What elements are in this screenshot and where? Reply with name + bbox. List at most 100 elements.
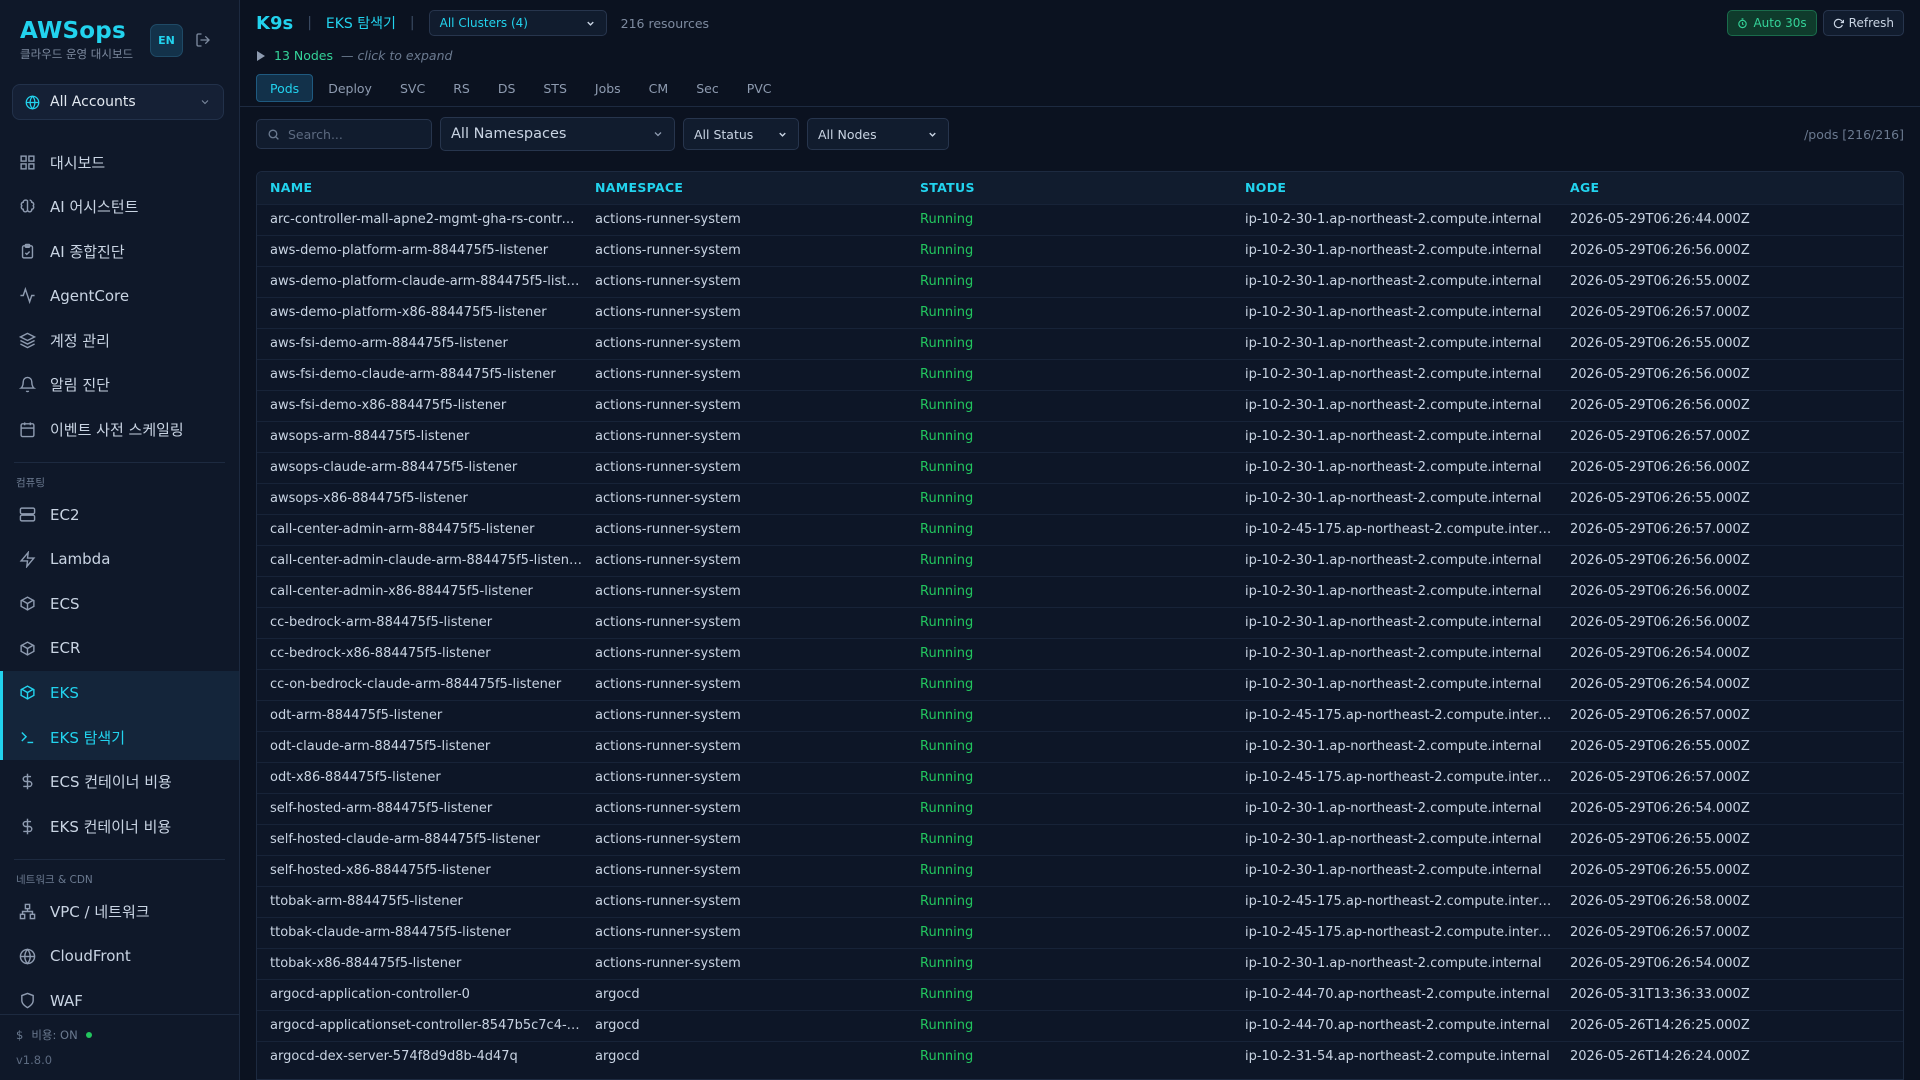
table-row[interactable]: odt-x86-884475f5-listener actions-runner-… bbox=[257, 762, 1903, 793]
node-cell: ip-10-2-30-1.ap-northeast-2.compute.inte… bbox=[1245, 336, 1542, 351]
table-row[interactable]: self-hosted-arm-884475f5-listener actions… bbox=[257, 793, 1903, 824]
sidebar-item-event-scaling[interactable]: 이벤트 사전 스케일링 bbox=[0, 407, 239, 452]
table-row[interactable]: ttobak-x86-884475f5-listener actions-runn… bbox=[257, 948, 1903, 979]
tab-deploy[interactable]: Deploy bbox=[315, 74, 385, 102]
table-row[interactable]: aws-fsi-demo-arm-884475f5-listener action… bbox=[257, 328, 1903, 359]
table-row[interactable]: aws-demo-platform-arm-884475f5-listener a… bbox=[257, 235, 1903, 266]
table-row[interactable]: odt-claude-arm-884475f5-listener actions-… bbox=[257, 731, 1903, 762]
nodes-expander[interactable]: 13 Nodes — click to expand bbox=[256, 48, 452, 63]
refresh-button[interactable]: Refresh bbox=[1822, 10, 1904, 36]
account-selector[interactable]: All Accounts bbox=[12, 84, 224, 120]
divider bbox=[14, 858, 225, 860]
table-row[interactable]: ttobak-claude-arm-884475f5-listener actio… bbox=[257, 917, 1903, 948]
sidebar-item-eks-cost[interactable]: EKS 컨테이너 비용 bbox=[0, 804, 239, 849]
sidebar-item-ec2[interactable]: EC2 bbox=[0, 493, 239, 538]
table-row[interactable]: arc-controller-mall-apne2-mgmt-gha-rs-co… bbox=[257, 204, 1903, 235]
table-row[interactable]: call-center-admin-x86-884475f5-listener a… bbox=[257, 576, 1903, 607]
tab-rs[interactable]: RS bbox=[440, 74, 483, 102]
network-icon bbox=[19, 903, 36, 920]
table-row[interactable]: argocd-dex-server-574f8d9d8b-4d47q argocd… bbox=[257, 1041, 1903, 1072]
status-cell: Running bbox=[920, 553, 974, 568]
sidebar-item-cloudfront[interactable]: CloudFront bbox=[0, 934, 239, 979]
status-select[interactable]: All Status bbox=[683, 118, 799, 150]
tab-sec[interactable]: Sec bbox=[683, 74, 732, 102]
node-cell: ip-10-2-45-175.ap-northeast-2.compute.in… bbox=[1245, 708, 1557, 723]
table-row[interactable]: aws-fsi-demo-claude-arm-884475f5-listene… bbox=[257, 359, 1903, 390]
table-row[interactable]: call-center-admin-claude-arm-884475f5-li… bbox=[257, 545, 1903, 576]
language-toggle-button[interactable]: EN bbox=[150, 24, 183, 57]
status-cell: Running bbox=[920, 894, 974, 909]
tab-pods[interactable]: Pods bbox=[256, 74, 314, 102]
table-row[interactable]: aws-fsi-demo-x86-884475f5-listener action… bbox=[257, 390, 1903, 421]
status-cell: Running bbox=[920, 801, 974, 816]
tab-pvc[interactable]: PVC bbox=[734, 74, 785, 102]
namespace-select[interactable]: All Namespaces bbox=[440, 117, 675, 151]
node-cell: ip-10-2-44-70.ap-northeast-2.compute.int… bbox=[1245, 987, 1550, 1002]
column-header-name[interactable]: NAME bbox=[257, 172, 582, 204]
node-select[interactable]: All Nodes bbox=[807, 118, 949, 150]
pod-name-cell: ttobak-arm-884475f5-listener bbox=[270, 894, 463, 909]
sidebar-item-alerts[interactable]: 알림 진단 bbox=[0, 363, 239, 408]
column-header-status[interactable]: STATUS bbox=[907, 172, 1232, 204]
logout-button[interactable] bbox=[193, 30, 213, 50]
search-box bbox=[256, 119, 432, 149]
search-input[interactable] bbox=[288, 126, 418, 142]
cost-status-label: 비용: ON bbox=[31, 1028, 78, 1042]
table-row[interactable]: argocd-applicationset-controller-8547b5c… bbox=[257, 1010, 1903, 1041]
table-row[interactable]: cc-bedrock-x86-884475f5-listener actions-… bbox=[257, 638, 1903, 669]
table-row[interactable]: awsops-arm-884475f5-listener actions-runn… bbox=[257, 421, 1903, 452]
status-cell: Running bbox=[920, 739, 974, 754]
table-row[interactable]: call-center-admin-arm-884475f5-listener a… bbox=[257, 514, 1903, 545]
sidebar-item-agentcore[interactable]: AgentCore bbox=[0, 274, 239, 319]
table-row[interactable]: aws-demo-platform-x86-884475f5-listener a… bbox=[257, 297, 1903, 328]
column-header-node[interactable]: NODE bbox=[1232, 172, 1557, 204]
auto-refresh-button[interactable]: Auto 30s bbox=[1727, 10, 1817, 36]
sidebar-item-eks-explorer[interactable]: EKS 탐색기 bbox=[0, 715, 239, 760]
sidebar-item-dashboard[interactable]: 대시보드 bbox=[0, 140, 239, 185]
sidebar-item-ecs-cost[interactable]: ECS 컨테이너 비용 bbox=[0, 760, 239, 805]
table-row[interactable]: awsops-x86-884475f5-listener actions-runn… bbox=[257, 483, 1903, 514]
cost-toggle[interactable]: $ 비용: ON bbox=[16, 1027, 223, 1043]
status-cell: Running bbox=[920, 274, 974, 289]
age-cell: 2026-05-29T06:26:56.000Z bbox=[1570, 460, 1750, 475]
pod-name-cell: ttobak-x86-884475f5-listener bbox=[270, 956, 462, 971]
table-row[interactable]: self-hosted-claude-arm-884475f5-listener… bbox=[257, 824, 1903, 855]
sidebar-item-label: EKS 컨테이너 비용 bbox=[50, 817, 172, 836]
table-row[interactable]: ttobak-arm-884475f5-listener actions-runn… bbox=[257, 886, 1903, 917]
tab-sts[interactable]: STS bbox=[530, 74, 580, 102]
table-row[interactable]: self-hosted-x86-884475f5-listener actions… bbox=[257, 855, 1903, 886]
namespace-cell: actions-runner-system bbox=[595, 429, 741, 444]
table-row[interactable]: awsops-claude-arm-884475f5-listener actio… bbox=[257, 452, 1903, 483]
sidebar-item-ecr[interactable]: ECR bbox=[0, 626, 239, 671]
cluster-select[interactable]: All Clusters (4) bbox=[428, 10, 607, 36]
table-body: arc-controller-mall-apne2-mgmt-gha-rs-co… bbox=[257, 204, 1903, 1072]
tab-ds[interactable]: DS bbox=[485, 74, 529, 102]
sidebar-item-vpc[interactable]: VPC / 네트워크 bbox=[0, 890, 239, 935]
table-row[interactable]: cc-on-bedrock-claude-arm-884475f5-listen… bbox=[257, 669, 1903, 700]
table-row[interactable]: argocd-application-controller-0 argocd Run… bbox=[257, 979, 1903, 1010]
namespace-cell: argocd bbox=[595, 1018, 640, 1033]
node-cell: ip-10-2-30-1.ap-northeast-2.compute.inte… bbox=[1245, 274, 1542, 289]
sidebar-item-lambda[interactable]: Lambda bbox=[0, 537, 239, 582]
main-content: K9s | EKS 탐색기 | All Clusters (4) 216 res… bbox=[240, 0, 1920, 1080]
tab-cm[interactable]: CM bbox=[636, 74, 682, 102]
sidebar-item-ai-assistant[interactable]: AI 어시스턴트 bbox=[0, 185, 239, 230]
status-cell: Running bbox=[920, 987, 974, 1002]
filter-bar: All Namespaces All Status All Nodes /pod… bbox=[256, 117, 1904, 151]
pod-name-cell: arc-controller-mall-apne2-mgmt-gha-rs-co… bbox=[270, 212, 582, 227]
tab-jobs[interactable]: Jobs bbox=[582, 74, 634, 102]
table-row[interactable]: cc-bedrock-arm-884475f5-listener actions-… bbox=[257, 607, 1903, 638]
table-row[interactable]: aws-demo-platform-claude-arm-884475f5-li… bbox=[257, 266, 1903, 297]
column-header-namespace[interactable]: NAMESPACE bbox=[582, 172, 907, 204]
app-title: K9s bbox=[256, 12, 294, 34]
column-header-age[interactable]: AGE bbox=[1557, 172, 1903, 204]
sidebar-item-ecs[interactable]: ECS bbox=[0, 582, 239, 627]
sidebar-item-accounts[interactable]: 계정 관리 bbox=[0, 318, 239, 363]
sidebar-item-eks[interactable]: EKS bbox=[0, 670, 239, 715]
namespace-cell: actions-runner-system bbox=[595, 460, 741, 475]
tab-svc[interactable]: SVC bbox=[387, 74, 438, 102]
status-cell: Running bbox=[920, 212, 974, 227]
sidebar-item-label: AI 어시스턴트 bbox=[50, 198, 139, 217]
sidebar-item-ai-diagnosis[interactable]: AI 종합진단 bbox=[0, 229, 239, 274]
table-row[interactable]: odt-arm-884475f5-listener actions-runner-… bbox=[257, 700, 1903, 731]
